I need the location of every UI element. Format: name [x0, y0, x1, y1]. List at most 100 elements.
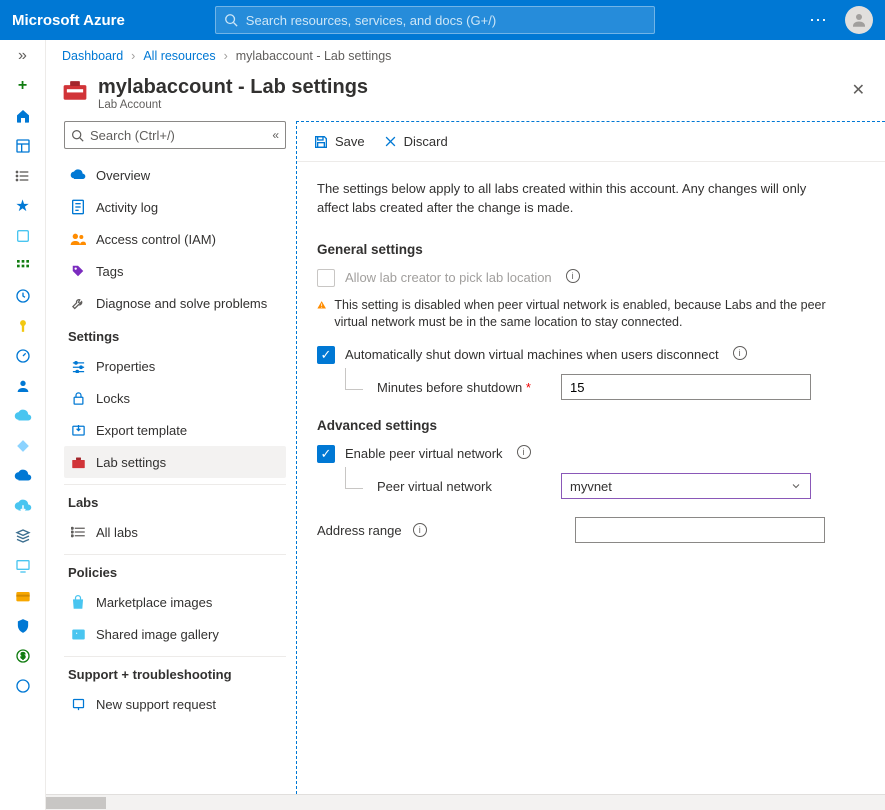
- list-icon: [70, 526, 86, 538]
- menu-overview[interactable]: Overview: [64, 159, 286, 191]
- search-placeholder: Search resources, services, and docs (G+…: [246, 13, 496, 28]
- rail-diamond-icon[interactable]: [13, 436, 33, 456]
- warning-icon: [317, 297, 326, 313]
- settings-description: The settings below apply to all labs cre…: [317, 180, 837, 218]
- breadcrumb: Dashboard › All resources › mylabaccount…: [46, 40, 885, 72]
- info-icon[interactable]: i: [413, 523, 427, 537]
- info-icon[interactable]: i: [733, 346, 747, 360]
- auto-shutdown-label: Automatically shut down virtual machines…: [345, 346, 719, 364]
- wrench-icon: [70, 296, 86, 311]
- briefcase-icon: [70, 456, 86, 469]
- page-subtitle: Lab Account: [98, 99, 368, 111]
- log-icon: [70, 199, 86, 215]
- rail-stack-icon[interactable]: [13, 526, 33, 546]
- chevron-down-icon: [790, 480, 802, 492]
- chevron-right-icon: ›: [224, 49, 228, 63]
- general-settings-heading: General settings: [317, 242, 865, 257]
- rail-cloud2-icon[interactable]: [13, 466, 33, 486]
- menu-tags[interactable]: Tags: [64, 255, 286, 287]
- sliders-icon: [70, 359, 86, 373]
- rail-expand-icon[interactable]: »: [13, 46, 33, 66]
- rail-add-icon[interactable]: +: [13, 76, 33, 96]
- rail-user-icon[interactable]: [13, 376, 33, 396]
- enable-peer-label: Enable peer virtual network: [345, 445, 503, 463]
- info-icon[interactable]: i: [566, 269, 580, 283]
- rail-list-icon[interactable]: [13, 166, 33, 186]
- lock-icon: [70, 391, 86, 406]
- search-icon: [224, 13, 238, 27]
- save-icon: [313, 134, 329, 150]
- user-avatar[interactable]: [845, 6, 873, 34]
- rail-key-icon[interactable]: [13, 316, 33, 336]
- peer-vnet-label: Peer virtual network: [377, 479, 547, 494]
- svg-text:$: $: [20, 652, 25, 661]
- menu-group-settings: Settings: [64, 319, 286, 350]
- people-icon: [70, 232, 86, 246]
- rail-monitor-icon[interactable]: [13, 556, 33, 576]
- rail-wallet-icon[interactable]: [13, 586, 33, 606]
- global-search[interactable]: Search resources, services, and docs (G+…: [215, 6, 655, 34]
- close-button[interactable]: ✕: [848, 76, 869, 104]
- menu-marketplace-images[interactable]: Marketplace images: [64, 586, 286, 618]
- menu-diagnose[interactable]: Diagnose and solve problems: [64, 287, 286, 319]
- rail-cloud3-icon[interactable]: [13, 496, 33, 516]
- support-icon: [70, 697, 86, 712]
- rail-dashboard-icon[interactable]: [13, 136, 33, 156]
- menu-new-support-request[interactable]: New support request: [64, 688, 286, 720]
- rail-help-icon[interactable]: [13, 676, 33, 696]
- rail-grid-icon[interactable]: [13, 256, 33, 276]
- menu-export-template[interactable]: Export template: [64, 414, 286, 446]
- menu-locks[interactable]: Locks: [64, 382, 286, 414]
- collapse-menu-icon[interactable]: «: [272, 128, 279, 142]
- rail-star-icon[interactable]: ★: [13, 196, 33, 216]
- menu-all-labs[interactable]: All labs: [64, 516, 286, 548]
- save-button[interactable]: Save: [313, 134, 365, 150]
- export-icon: [70, 423, 86, 437]
- menu-access-control[interactable]: Access control (IAM): [64, 223, 286, 255]
- menu-activity-log[interactable]: Activity log: [64, 191, 286, 223]
- breadcrumb-current: mylabaccount - Lab settings: [236, 49, 392, 63]
- peer-vnet-select[interactable]: myvnet: [561, 473, 811, 499]
- rail-meter-icon[interactable]: [13, 346, 33, 366]
- breadcrumb-dashboard[interactable]: Dashboard: [62, 49, 123, 63]
- more-menu[interactable]: ⋯: [809, 10, 829, 31]
- advanced-settings-heading: Advanced settings: [317, 418, 865, 433]
- resource-menu: Search (Ctrl+/) « Overview Activity log …: [46, 121, 296, 794]
- info-icon[interactable]: i: [517, 445, 531, 459]
- cloud-icon: [70, 169, 86, 181]
- page-title: mylabaccount - Lab settings: [98, 76, 368, 99]
- bag-icon: [70, 595, 86, 610]
- minutes-input[interactable]: [561, 374, 811, 400]
- rail-cost-icon[interactable]: $: [13, 646, 33, 666]
- chevron-right-icon: ›: [131, 49, 135, 63]
- horizontal-scrollbar[interactable]: [46, 794, 885, 810]
- rail-clock-icon[interactable]: [13, 286, 33, 306]
- menu-group-policies: Policies: [64, 554, 286, 586]
- detail-pane: Save Discard The settings below apply to…: [296, 121, 885, 794]
- enable-peer-checkbox[interactable]: ✓: [317, 445, 335, 463]
- menu-shared-image-gallery[interactable]: Shared image gallery: [64, 618, 286, 650]
- breadcrumb-allresources[interactable]: All resources: [143, 49, 215, 63]
- rail-cloud1-icon[interactable]: [13, 406, 33, 426]
- rail-home-icon[interactable]: [13, 106, 33, 126]
- minutes-label: Minutes before shutdown: [377, 380, 522, 395]
- warning-text: This setting is disabled when peer virtu…: [334, 297, 827, 332]
- address-range-input[interactable]: [575, 517, 825, 543]
- menu-search-placeholder: Search (Ctrl+/): [90, 128, 175, 143]
- menu-properties[interactable]: Properties: [64, 350, 286, 382]
- page-header: mylabaccount - Lab settings Lab Account …: [46, 72, 885, 121]
- menu-lab-settings[interactable]: Lab settings: [64, 446, 286, 478]
- gallery-icon: [70, 628, 86, 641]
- menu-group-support: Support + troubleshooting: [64, 656, 286, 688]
- address-range-label: Address range: [317, 523, 402, 538]
- toolbar: Save Discard: [297, 122, 885, 162]
- auto-shutdown-checkbox[interactable]: ✓: [317, 346, 335, 364]
- menu-search[interactable]: Search (Ctrl+/) «: [64, 121, 286, 149]
- rail-shield-icon[interactable]: [13, 616, 33, 636]
- discard-button[interactable]: Discard: [383, 134, 448, 149]
- top-bar: Microsoft Azure Search resources, servic…: [0, 0, 885, 40]
- rail-allres-icon[interactable]: [13, 226, 33, 246]
- close-icon: [383, 134, 398, 149]
- allow-location-checkbox: [317, 269, 335, 287]
- icon-rail: » + ★ $: [0, 40, 46, 810]
